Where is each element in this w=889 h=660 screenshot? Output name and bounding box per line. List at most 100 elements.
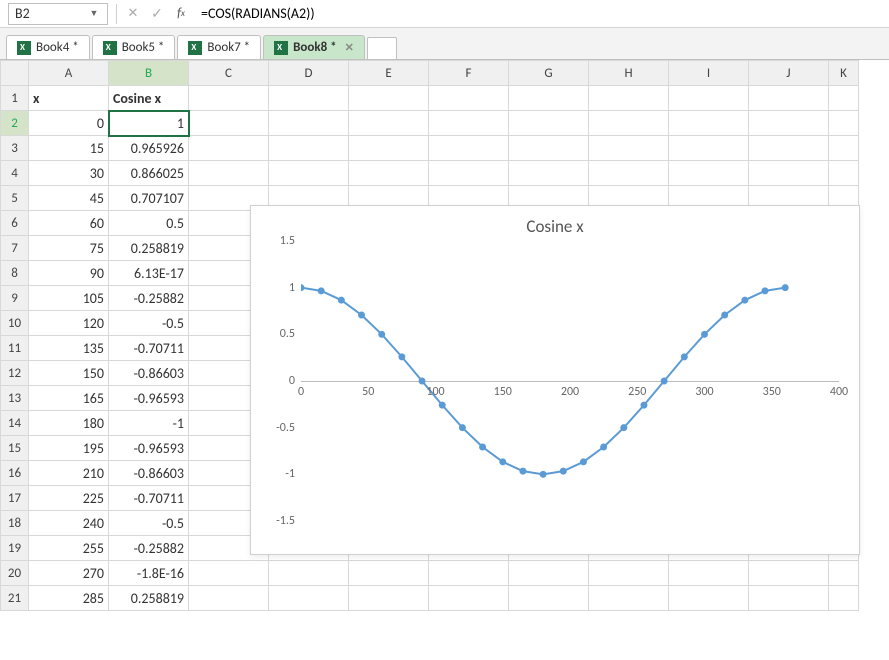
cell-B10[interactable]: -0.5 bbox=[109, 311, 189, 336]
workbook-tab-active[interactable]: Book8 * ✕ bbox=[263, 35, 365, 59]
cell-G21[interactable] bbox=[509, 586, 589, 611]
row-header-14[interactable]: 14 bbox=[1, 411, 29, 436]
workbook-tab[interactable]: Book5 * bbox=[92, 35, 176, 59]
chart-object[interactable]: Cosine x -1.5-1-0.500.511.50501001502002… bbox=[250, 205, 860, 555]
column-header-C[interactable]: C bbox=[189, 61, 269, 86]
column-header-J[interactable]: J bbox=[749, 61, 829, 86]
cell-G3[interactable] bbox=[509, 136, 589, 161]
row-header-8[interactable]: 8 bbox=[1, 261, 29, 286]
cell-A2[interactable]: 0 bbox=[29, 111, 109, 136]
cell-A6[interactable]: 60 bbox=[29, 211, 109, 236]
cell-B6[interactable]: 0.5 bbox=[109, 211, 189, 236]
cell-B9[interactable]: -0.25882 bbox=[109, 286, 189, 311]
row-header-12[interactable]: 12 bbox=[1, 361, 29, 386]
cell-D20[interactable] bbox=[269, 561, 349, 586]
cell-A1[interactable]: x bbox=[29, 86, 109, 111]
cell-I20[interactable] bbox=[669, 561, 749, 586]
cell-B4[interactable]: 0.866025 bbox=[109, 161, 189, 186]
cell-K2[interactable] bbox=[829, 111, 859, 136]
cell-D4[interactable] bbox=[269, 161, 349, 186]
cell-B21[interactable]: 0.258819 bbox=[109, 586, 189, 611]
column-header-A[interactable]: A bbox=[29, 61, 109, 86]
cell-E21[interactable] bbox=[349, 586, 429, 611]
row-header-17[interactable]: 17 bbox=[1, 486, 29, 511]
cell-H1[interactable] bbox=[589, 86, 669, 111]
name-box-dropdown-icon[interactable]: ▼ bbox=[87, 8, 101, 19]
cell-B19[interactable]: -0.25882 bbox=[109, 536, 189, 561]
cell-H20[interactable] bbox=[589, 561, 669, 586]
cell-C1[interactable] bbox=[189, 86, 269, 111]
column-header-E[interactable]: E bbox=[349, 61, 429, 86]
cell-G4[interactable] bbox=[509, 161, 589, 186]
row-header-5[interactable]: 5 bbox=[1, 186, 29, 211]
row-header-3[interactable]: 3 bbox=[1, 136, 29, 161]
cell-A20[interactable]: 270 bbox=[29, 561, 109, 586]
cell-I3[interactable] bbox=[669, 136, 749, 161]
cell-B3[interactable]: 0.965926 bbox=[109, 136, 189, 161]
cell-J3[interactable] bbox=[749, 136, 829, 161]
formula-input[interactable] bbox=[193, 3, 889, 25]
row-header-21[interactable]: 21 bbox=[1, 586, 29, 611]
cell-B5[interactable]: 0.707107 bbox=[109, 186, 189, 211]
column-header-H[interactable]: H bbox=[589, 61, 669, 86]
new-workbook-tab[interactable] bbox=[367, 37, 397, 59]
cell-C21[interactable] bbox=[189, 586, 269, 611]
cell-B12[interactable]: -0.86603 bbox=[109, 361, 189, 386]
cell-K3[interactable] bbox=[829, 136, 859, 161]
cell-F21[interactable] bbox=[429, 586, 509, 611]
cell-A15[interactable]: 195 bbox=[29, 436, 109, 461]
cell-E2[interactable] bbox=[349, 111, 429, 136]
cell-B14[interactable]: -1 bbox=[109, 411, 189, 436]
cell-I2[interactable] bbox=[669, 111, 749, 136]
cell-G1[interactable] bbox=[509, 86, 589, 111]
close-icon[interactable]: ✕ bbox=[345, 41, 354, 54]
cell-D3[interactable] bbox=[269, 136, 349, 161]
cell-D21[interactable] bbox=[269, 586, 349, 611]
cell-H4[interactable] bbox=[589, 161, 669, 186]
cell-I21[interactable] bbox=[669, 586, 749, 611]
cell-B7[interactable]: 0.258819 bbox=[109, 236, 189, 261]
cell-H3[interactable] bbox=[589, 136, 669, 161]
cell-H21[interactable] bbox=[589, 586, 669, 611]
row-header-15[interactable]: 15 bbox=[1, 436, 29, 461]
row-header-1[interactable]: 1 bbox=[1, 86, 29, 111]
cell-G2[interactable] bbox=[509, 111, 589, 136]
cell-F2[interactable] bbox=[429, 111, 509, 136]
cell-I4[interactable] bbox=[669, 161, 749, 186]
cell-A7[interactable]: 75 bbox=[29, 236, 109, 261]
cell-B1[interactable]: Cosine x bbox=[109, 86, 189, 111]
row-header-10[interactable]: 10 bbox=[1, 311, 29, 336]
cell-A5[interactable]: 45 bbox=[29, 186, 109, 211]
row-header-20[interactable]: 20 bbox=[1, 561, 29, 586]
cell-A16[interactable]: 210 bbox=[29, 461, 109, 486]
cell-B18[interactable]: -0.5 bbox=[109, 511, 189, 536]
cell-F4[interactable] bbox=[429, 161, 509, 186]
column-header-F[interactable]: F bbox=[429, 61, 509, 86]
cell-D1[interactable] bbox=[269, 86, 349, 111]
cell-A12[interactable]: 150 bbox=[29, 361, 109, 386]
cell-B2[interactable]: 1 bbox=[109, 111, 189, 136]
fx-icon[interactable]: fx bbox=[169, 2, 193, 26]
row-header-11[interactable]: 11 bbox=[1, 336, 29, 361]
cell-E1[interactable] bbox=[349, 86, 429, 111]
cell-J2[interactable] bbox=[749, 111, 829, 136]
name-box[interactable]: B2 ▼ bbox=[8, 3, 108, 25]
cell-A17[interactable]: 225 bbox=[29, 486, 109, 511]
column-header-I[interactable]: I bbox=[669, 61, 749, 86]
row-header-9[interactable]: 9 bbox=[1, 286, 29, 311]
spreadsheet-grid[interactable]: ABCDEFGHIJK1xCosine x2013150.9659264300.… bbox=[0, 60, 889, 611]
cell-F3[interactable] bbox=[429, 136, 509, 161]
column-header-K[interactable]: K bbox=[829, 61, 859, 86]
row-header-4[interactable]: 4 bbox=[1, 161, 29, 186]
row-header-2[interactable]: 2 bbox=[1, 111, 29, 136]
cell-A19[interactable]: 255 bbox=[29, 536, 109, 561]
column-header-G[interactable]: G bbox=[509, 61, 589, 86]
cell-E3[interactable] bbox=[349, 136, 429, 161]
cell-B16[interactable]: -0.86603 bbox=[109, 461, 189, 486]
cell-J21[interactable] bbox=[749, 586, 829, 611]
cell-G20[interactable] bbox=[509, 561, 589, 586]
cell-B8[interactable]: 6.13E-17 bbox=[109, 261, 189, 286]
cell-A9[interactable]: 105 bbox=[29, 286, 109, 311]
workbook-tab[interactable]: Book4 * bbox=[6, 35, 90, 59]
cell-J1[interactable] bbox=[749, 86, 829, 111]
